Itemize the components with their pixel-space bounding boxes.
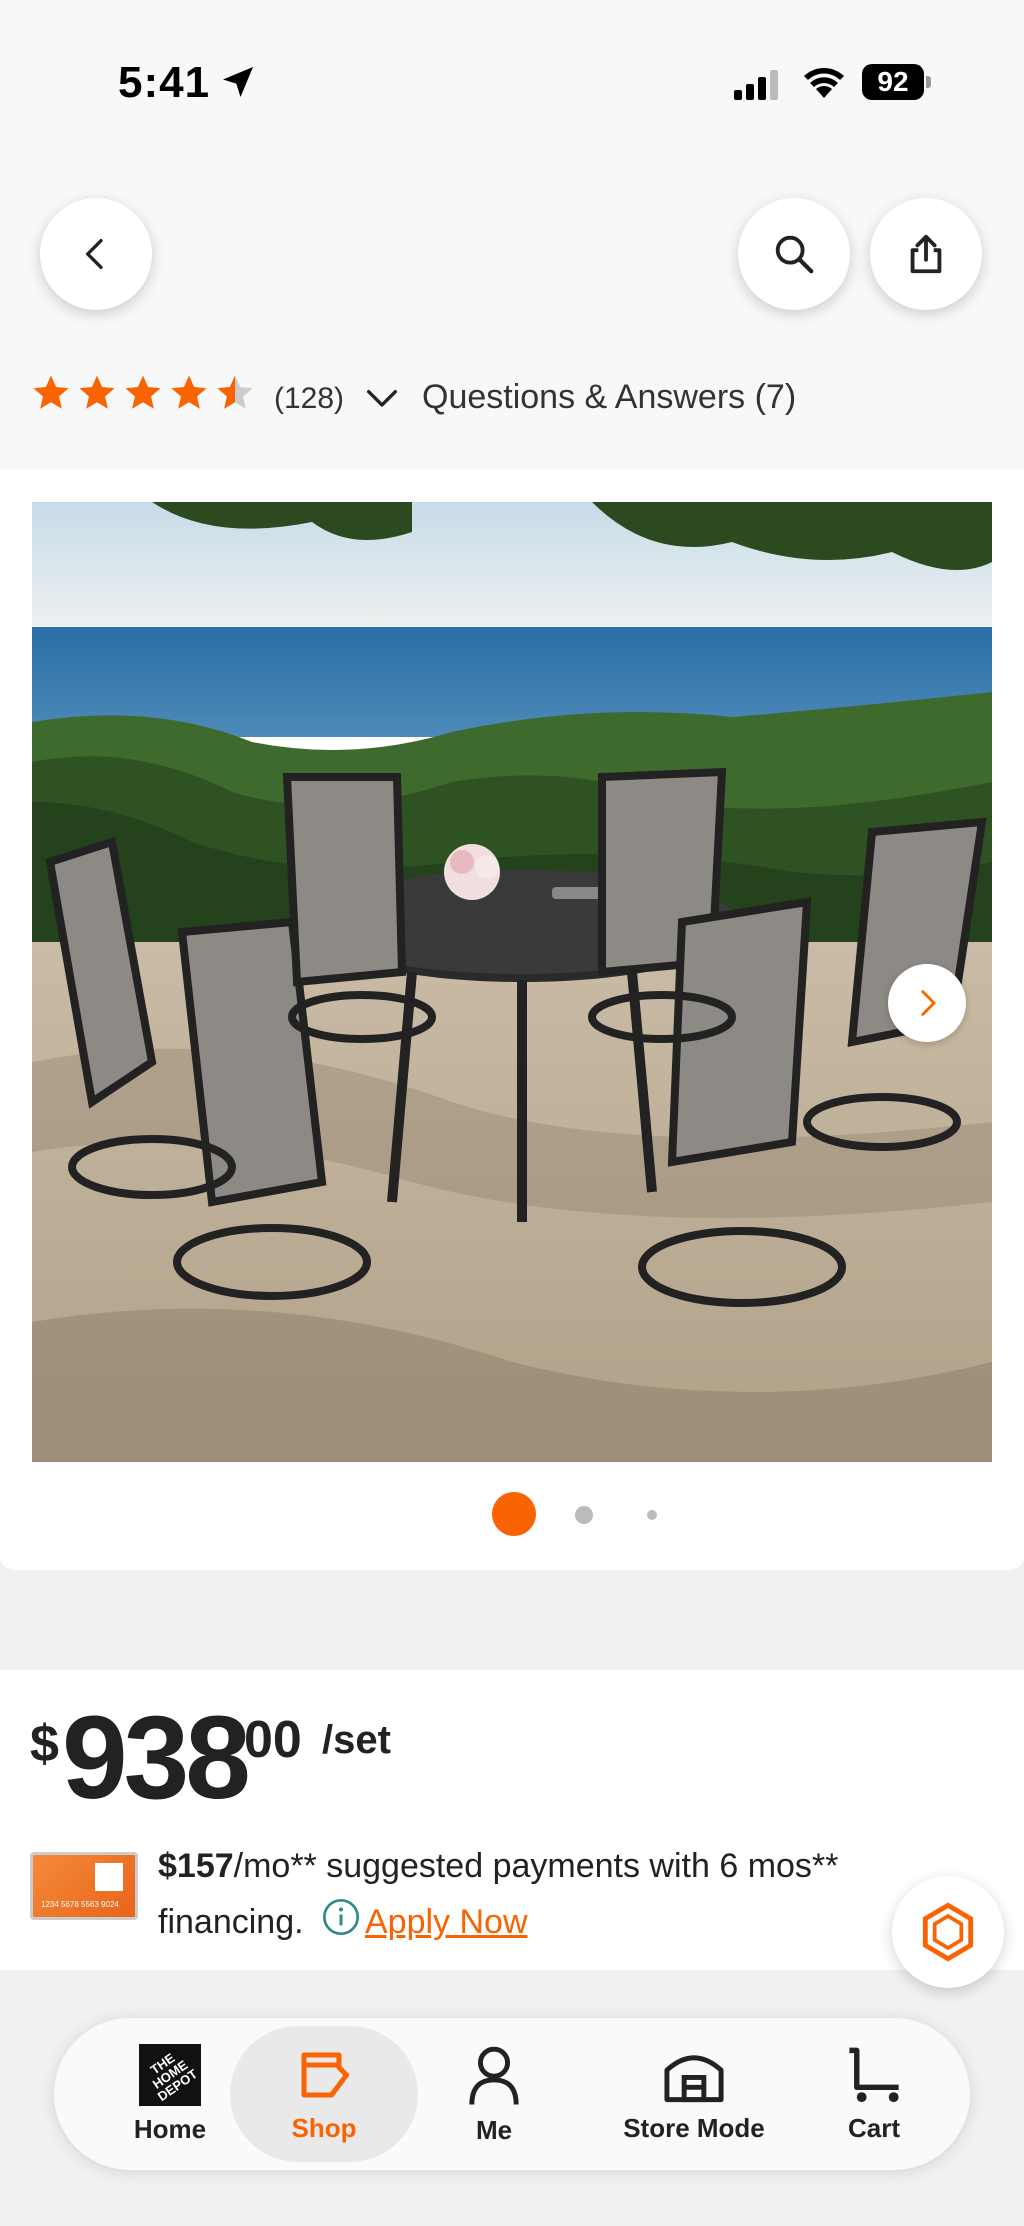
battery-icon: 92 bbox=[862, 64, 932, 100]
chevron-right-icon bbox=[921, 990, 936, 1016]
home-depot-logo-icon: THE HOME DEPOT bbox=[139, 2043, 201, 2106]
search-icon bbox=[775, 235, 814, 274]
questions-answers-link[interactable]: Questions & Answers (7) bbox=[422, 378, 796, 417]
hexagon-assistant-icon bbox=[922, 1902, 974, 1962]
store-icon bbox=[664, 2054, 724, 2102]
person-icon bbox=[469, 2046, 519, 2105]
star-full-icon bbox=[171, 375, 207, 409]
gallery-pagination bbox=[0, 1492, 1024, 1536]
financing-amount: $157 bbox=[158, 1847, 234, 1885]
rating-stars[interactable] bbox=[30, 372, 256, 414]
credit-card-image: 1234 5678 5563 9024 bbox=[30, 1852, 138, 1920]
nav-me-label: Me bbox=[475, 2114, 513, 2145]
bottom-navigation: THE HOME DEPOT Home Shop Me Store Mode C… bbox=[54, 2018, 970, 2170]
logo-text: THE HOME DEPOT bbox=[147, 2050, 201, 2105]
battery-percent: 92 bbox=[877, 66, 909, 97]
page-dot[interactable] bbox=[575, 1506, 593, 1524]
location-arrow-icon bbox=[223, 67, 253, 97]
back-button[interactable] bbox=[40, 198, 152, 310]
rating-row: (128) Questions & Answers (7) bbox=[0, 342, 1024, 472]
nav-shop[interactable]: Shop bbox=[230, 2018, 418, 2170]
cart-icon bbox=[849, 2047, 899, 2102]
financing-offer: $157/mo** suggested payments with 6 mos*… bbox=[158, 1838, 918, 1950]
search-button[interactable] bbox=[738, 198, 850, 310]
assistant-button[interactable] bbox=[892, 1876, 1004, 1988]
info-icon[interactable] bbox=[321, 1897, 361, 1937]
apply-now-link[interactable]: Apply Now bbox=[365, 1903, 528, 1941]
price-currency: $ bbox=[30, 1715, 59, 1773]
star-half-icon bbox=[217, 375, 253, 409]
status-bar: 5:41 92 bbox=[0, 0, 1024, 170]
share-icon bbox=[910, 234, 942, 274]
nav-home[interactable]: THE HOME DEPOT Home bbox=[100, 2018, 240, 2170]
price-section: $ 938 00 /set 1234 5678 5563 9024 $157/m… bbox=[0, 1670, 1024, 1970]
price-whole: 938 bbox=[62, 1692, 251, 1824]
status-time: 5:41 bbox=[118, 58, 211, 107]
chevron-left-icon bbox=[86, 239, 103, 269]
chevron-down-icon[interactable] bbox=[360, 380, 404, 420]
price-cents: 00 bbox=[244, 1711, 302, 1769]
nav-cart-label: Cart bbox=[847, 2112, 900, 2143]
product-gallery bbox=[0, 470, 1024, 1570]
nav-cart[interactable]: Cart bbox=[814, 2018, 934, 2170]
star-full-icon bbox=[125, 375, 161, 409]
next-image-button[interactable] bbox=[888, 964, 966, 1042]
review-count[interactable]: (128) bbox=[274, 382, 344, 416]
product-photo bbox=[32, 502, 992, 1462]
nav-home-label: Home bbox=[133, 2113, 207, 2144]
nav-shop-label: Shop bbox=[291, 2112, 357, 2143]
share-button[interactable] bbox=[870, 198, 982, 310]
product-image[interactable] bbox=[32, 502, 992, 1462]
nav-store-mode-label: Store Mode bbox=[623, 2112, 765, 2143]
product-header bbox=[0, 170, 1024, 342]
page-dot-active[interactable] bbox=[492, 1492, 536, 1536]
star-full-icon bbox=[79, 375, 115, 409]
signal-icon bbox=[734, 70, 778, 100]
price-unit: /set bbox=[322, 1718, 391, 1762]
page-dot[interactable] bbox=[647, 1510, 657, 1520]
nav-me[interactable]: Me bbox=[444, 2018, 544, 2170]
nav-store-mode[interactable]: Store Mode bbox=[594, 2018, 794, 2170]
wifi-icon bbox=[804, 68, 844, 98]
star-full-icon bbox=[33, 375, 69, 409]
shop-tag-icon bbox=[301, 2052, 349, 2097]
